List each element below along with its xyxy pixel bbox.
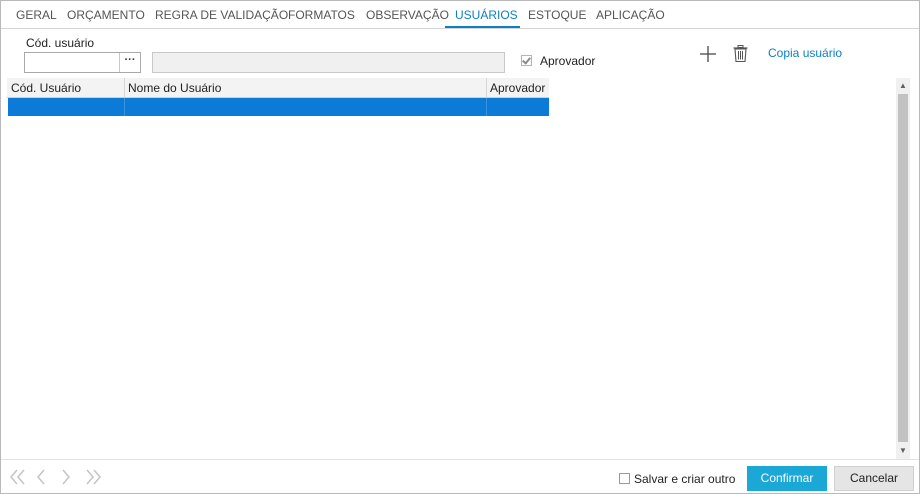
tab-geral[interactable]: GERAL [16, 8, 57, 22]
last-record-button[interactable] [84, 468, 102, 489]
tab-orcamento[interactable]: ORÇAMENTO [67, 8, 145, 22]
tab-aplicacao[interactable]: APLICAÇÃO [596, 8, 665, 22]
previous-record-button[interactable] [35, 468, 47, 489]
row-cell-divider [486, 98, 487, 116]
column-header-nome-usuario[interactable]: Nome do Usuário [128, 81, 221, 95]
nome-usuario-field [152, 52, 505, 73]
tab-regra-de-validacao[interactable]: REGRA DE VALIDAÇÃO [155, 8, 288, 22]
save-and-new-label: Salvar e criar outro [634, 472, 736, 486]
first-record-button[interactable] [9, 468, 27, 489]
tab-observacao[interactable]: OBSERVAÇÃO [366, 8, 449, 22]
lookup-ellipsis-button[interactable]: ··· [119, 53, 140, 72]
grid-header: Cód. Usuário Nome do Usuário Aprovador [7, 78, 549, 98]
tab-usuarios[interactable]: USUÁRIOS [455, 8, 518, 22]
next-icon [62, 469, 71, 485]
column-header-aprovador[interactable]: Aprovador [490, 81, 545, 95]
column-divider[interactable] [124, 78, 125, 97]
table-row[interactable] [8, 98, 549, 116]
save-and-new-checkbox[interactable] [619, 473, 630, 484]
copy-user-link[interactable]: Copia usuário [768, 46, 842, 60]
cancel-button[interactable]: Cancelar [834, 466, 914, 491]
next-record-button[interactable] [60, 468, 72, 489]
plus-icon [700, 46, 716, 62]
column-header-cod-usuario[interactable]: Cód. Usuário [11, 81, 81, 95]
last-icon [86, 469, 102, 485]
prev-icon [36, 469, 45, 485]
add-button[interactable] [699, 45, 717, 63]
column-divider[interactable] [486, 78, 487, 97]
aprovador-label: Aprovador [540, 54, 596, 68]
users-grid [7, 78, 895, 459]
tab-formatos[interactable]: FORMATOS [288, 8, 355, 22]
dialog-window: GERAL ORÇAMENTO REGRA DE VALIDAÇÃO FORMA… [0, 0, 920, 494]
scrollbar-thumb[interactable] [898, 94, 908, 442]
checkmark-icon [522, 55, 531, 65]
cod-usuario-label: Cód. usuário [26, 36, 95, 50]
first-icon [9, 469, 25, 485]
aprovador-checkbox[interactable] [521, 55, 532, 66]
scroll-up-icon[interactable]: ▲ [899, 82, 907, 90]
tab-bar: GERAL ORÇAMENTO REGRA DE VALIDAÇÃO FORMA… [1, 1, 919, 29]
row-cell-divider [124, 98, 125, 116]
footer-divider [1, 459, 919, 460]
delete-button[interactable] [733, 45, 748, 63]
confirm-button[interactable]: Confirmar [747, 466, 827, 491]
tab-estoque[interactable]: ESTOQUE [528, 8, 586, 22]
trash-icon [733, 45, 748, 63]
active-tab-indicator [445, 26, 520, 28]
scroll-down-icon[interactable]: ▼ [899, 447, 907, 455]
